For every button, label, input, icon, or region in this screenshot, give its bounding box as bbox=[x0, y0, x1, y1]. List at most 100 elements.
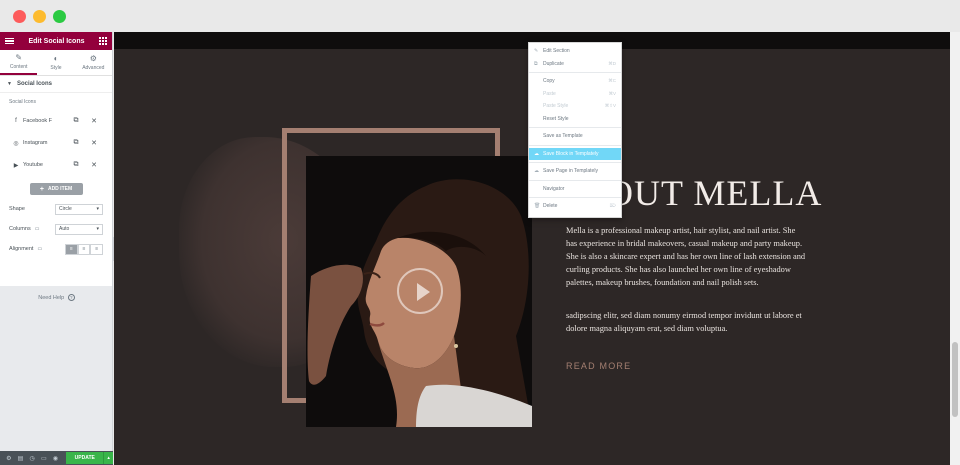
copy-icon: ⧉ bbox=[534, 60, 538, 67]
need-help-link[interactable]: Need Help ? bbox=[0, 294, 113, 301]
plus-icon: + bbox=[39, 185, 44, 193]
browser-window: Edit Social Icons ✎ Content ◐ Style ⚙ Ad… bbox=[0, 0, 960, 465]
history-icon[interactable]: ◷ bbox=[26, 455, 38, 462]
menu-item-save-as-template[interactable]: Save as Template bbox=[529, 130, 621, 143]
layers-icon[interactable]: ▤ bbox=[15, 455, 27, 462]
widgets-grid-icon[interactable] bbox=[98, 37, 107, 45]
shape-control: Shape Circle ▾ bbox=[0, 199, 112, 219]
settings-icon[interactable]: ⚙ bbox=[3, 455, 15, 462]
tab-advanced[interactable]: ⚙ Advanced bbox=[75, 50, 112, 75]
caret-down-icon: ▼ bbox=[7, 81, 12, 87]
menu-item-save-page-in-templately[interactable]: ☁ Save Page in Templately bbox=[529, 165, 621, 178]
align-right-icon[interactable]: ≡ bbox=[90, 243, 104, 255]
duplicate-icon[interactable]: ⧉ bbox=[67, 161, 85, 169]
instagram-icon: ◎ bbox=[13, 140, 19, 147]
repeater-item-instagram[interactable]: ◎ Instagram ⧉ ✕ bbox=[0, 132, 112, 154]
menu-item-label: Navigator bbox=[543, 185, 565, 192]
menu-item-shortcut: ⌘C bbox=[608, 78, 616, 84]
chevron-down-icon: ▾ bbox=[96, 206, 99, 212]
tab-advanced-label: Advanced bbox=[82, 65, 105, 71]
remove-icon[interactable]: ✕ bbox=[85, 139, 103, 147]
facebook-icon: f bbox=[15, 118, 17, 124]
menu-item-shortcut: ⌘⇧V bbox=[604, 103, 616, 109]
panel-header: Edit Social Icons bbox=[0, 32, 112, 50]
chevron-down-icon: ▾ bbox=[96, 226, 99, 232]
repeater-item-youtube[interactable]: ▶ Youtube ⧉ ✕ bbox=[0, 154, 112, 176]
tab-content[interactable]: ✎ Content bbox=[0, 50, 38, 75]
desktop-icon[interactable]: ▭ bbox=[37, 246, 42, 252]
minimize-window-button[interactable] bbox=[33, 10, 46, 23]
controls-panel: ▼ Social Icons Social Icons f Facebook F… bbox=[0, 76, 112, 286]
play-button[interactable] bbox=[397, 268, 443, 314]
remove-icon[interactable]: ✕ bbox=[85, 161, 103, 169]
menu-separator bbox=[529, 162, 621, 163]
responsive-icon[interactable]: ▭ bbox=[38, 455, 50, 462]
repeater-item-facebook[interactable]: f Facebook F ⧉ ✕ bbox=[0, 110, 112, 132]
align-center-icon[interactable]: ≡ bbox=[77, 243, 91, 255]
menu-item-shortcut: ⌘V bbox=[608, 90, 616, 96]
align-left-icon[interactable]: ≡ bbox=[65, 243, 78, 255]
menu-item-paste-style: Paste Style ⌘⇧V bbox=[529, 100, 621, 113]
menu-item-reset-style[interactable]: Reset Style bbox=[529, 113, 621, 126]
menu-item-label: Delete bbox=[543, 203, 558, 210]
update-options-button[interactable]: ▴ bbox=[103, 452, 113, 464]
menu-item-edit-section[interactable]: ✎ Edit Section bbox=[529, 45, 621, 58]
eye-icon[interactable]: ◉ bbox=[50, 455, 62, 462]
window-titlebar bbox=[0, 0, 960, 32]
half-circle-icon: ◐ bbox=[53, 54, 59, 63]
repeater-label: Social Icons bbox=[9, 99, 36, 105]
alignment-label: Alignment bbox=[9, 246, 34, 252]
menu-separator bbox=[529, 197, 621, 198]
menu-separator bbox=[529, 72, 621, 73]
add-item-button[interactable]: + ADD ITEM bbox=[29, 183, 83, 195]
menu-item-duplicate[interactable]: ⧉ Duplicate ⌘D bbox=[529, 58, 621, 71]
cloud-icon: ☁ bbox=[534, 150, 539, 157]
shape-select[interactable]: Circle ▾ bbox=[55, 203, 103, 215]
youtube-icon: ▶ bbox=[13, 162, 19, 169]
menu-item-copy[interactable]: Copy ⌘C bbox=[529, 75, 621, 88]
menu-item-label: Save Block in Templately bbox=[543, 150, 599, 157]
menu-item-label: Paste bbox=[543, 90, 556, 97]
panel-tabs: ✎ Content ◐ Style ⚙ Advanced bbox=[0, 50, 112, 76]
section-title: Social Icons bbox=[16, 81, 52, 87]
section-toggle-social-icons[interactable]: ▼ Social Icons bbox=[0, 76, 112, 93]
desktop-icon[interactable]: ▭ bbox=[35, 226, 40, 232]
update-button[interactable]: UPDATE bbox=[66, 452, 104, 464]
cloud-icon: ☁ bbox=[534, 168, 539, 175]
read-more-link[interactable]: READ MORE bbox=[566, 361, 631, 371]
about-paragraph-1: Mella is a professional makeup artist, h… bbox=[566, 226, 806, 287]
close-window-button[interactable] bbox=[13, 10, 26, 23]
menu-item-save-block-in-templately[interactable]: ☁ Save Block in Templately bbox=[529, 147, 621, 160]
menu-icon[interactable] bbox=[5, 37, 14, 45]
question-icon: ? bbox=[67, 294, 75, 301]
alignment-control: Alignment ▭ ≡ ≡ ≡ bbox=[0, 239, 112, 259]
add-item-label: ADD ITEM bbox=[47, 186, 73, 192]
menu-item-shortcut: ⌦ bbox=[609, 203, 616, 209]
scrollbar-thumb[interactable] bbox=[952, 342, 958, 417]
repeater-item-label: Instagram bbox=[23, 140, 48, 146]
panel-footer: ⚙ ▤ ◷ ▭ ◉ UPDATE ▴ bbox=[0, 451, 113, 465]
duplicate-icon[interactable]: ⧉ bbox=[67, 117, 85, 125]
menu-item-navigator[interactable]: Navigator bbox=[529, 183, 621, 196]
columns-select[interactable]: Auto ▾ bbox=[55, 223, 103, 235]
menu-item-label: Paste Style bbox=[543, 103, 569, 110]
tab-style[interactable]: ◐ Style bbox=[37, 50, 74, 75]
repeater-item-label: Facebook F bbox=[23, 118, 53, 124]
columns-label: Columns bbox=[9, 226, 31, 232]
about-heading: OUT MELLA bbox=[607, 173, 823, 213]
menu-separator bbox=[529, 144, 621, 146]
menu-item-paste: Paste ⌘V bbox=[529, 88, 621, 101]
menu-item-label: Save Page in Templately bbox=[543, 168, 598, 175]
remove-icon[interactable]: ✕ bbox=[85, 117, 103, 125]
menu-separator bbox=[529, 127, 621, 128]
panel-title: Edit Social Icons bbox=[28, 37, 85, 45]
duplicate-icon[interactable]: ⧉ bbox=[67, 139, 85, 147]
gear-icon: ⚙ bbox=[89, 54, 97, 63]
menu-item-delete[interactable]: 🗑 Delete ⌦ bbox=[529, 200, 621, 213]
menu-item-label: Duplicate bbox=[543, 60, 564, 67]
menu-item-shortcut: ⌘D bbox=[608, 60, 616, 66]
page-scrollbar[interactable] bbox=[950, 32, 960, 465]
shape-value: Circle bbox=[59, 206, 72, 212]
maximize-window-button[interactable] bbox=[53, 10, 66, 23]
menu-item-label: Copy bbox=[543, 78, 555, 85]
